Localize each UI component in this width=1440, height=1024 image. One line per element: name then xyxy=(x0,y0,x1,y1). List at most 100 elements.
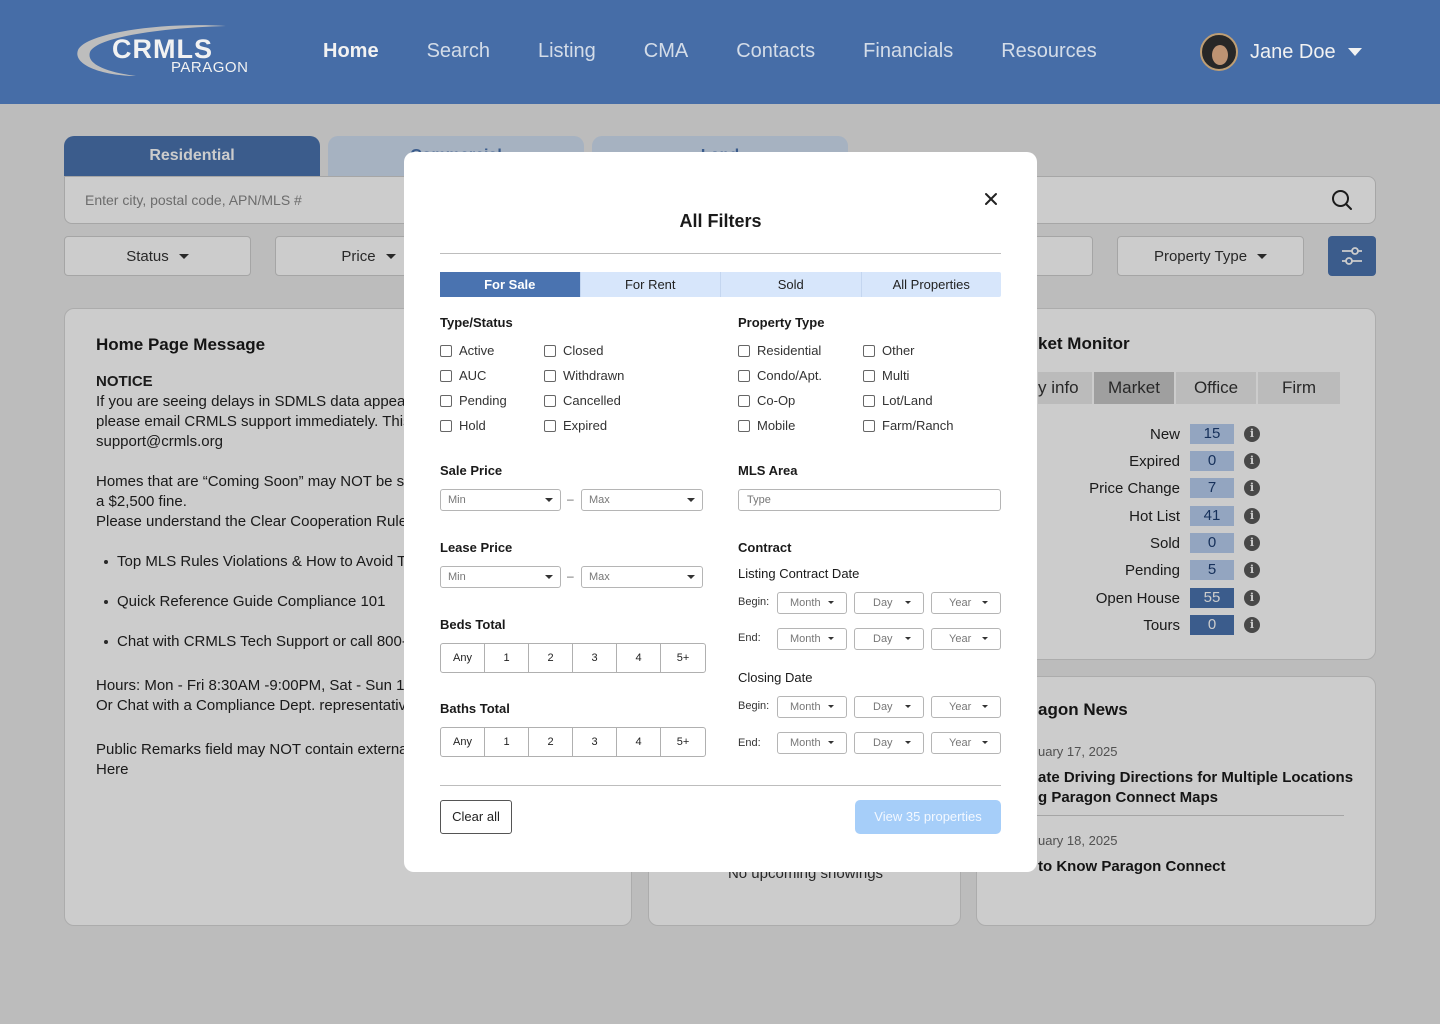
tab-sold[interactable]: Sold xyxy=(721,272,862,297)
listing-end-month-select[interactable]: Month xyxy=(777,628,847,650)
caret-down-icon xyxy=(828,637,834,640)
listing-contract-date-label: Listing Contract Date xyxy=(738,566,860,581)
checkbox-label: Residential xyxy=(757,343,822,358)
checkbox-hold[interactable]: Hold xyxy=(440,418,486,433)
checkbox-residential[interactable]: Residential xyxy=(738,343,821,358)
checkbox-condo[interactable]: Condo/Apt. xyxy=(738,368,822,383)
closing-begin-month-select[interactable]: Month xyxy=(777,696,847,718)
checkbox-icon[interactable] xyxy=(544,369,556,382)
sale-price-min-select[interactable]: Min xyxy=(440,489,561,511)
nav-resources[interactable]: Resources xyxy=(1001,40,1097,63)
nav-financials[interactable]: Financials xyxy=(863,40,953,63)
select-value: Min xyxy=(448,494,466,506)
lease-price-min-select[interactable]: Min xyxy=(440,566,561,588)
divider xyxy=(440,785,1001,786)
beds-option-2[interactable]: 2 xyxy=(529,644,573,672)
baths-option-any[interactable]: Any xyxy=(441,728,485,756)
baths-option-3[interactable]: 3 xyxy=(573,728,617,756)
select-value: Min xyxy=(448,571,466,583)
checkbox-icon[interactable] xyxy=(863,369,875,382)
close-icon[interactable] xyxy=(980,188,1002,210)
select-value: Month xyxy=(790,737,821,749)
baths-option-1[interactable]: 1 xyxy=(485,728,529,756)
nav-cma[interactable]: CMA xyxy=(644,40,688,63)
checkbox-icon[interactable] xyxy=(863,394,875,407)
nav-search[interactable]: Search xyxy=(427,40,490,63)
checkbox-cancelled[interactable]: Cancelled xyxy=(544,393,621,408)
beds-option-3[interactable]: 3 xyxy=(573,644,617,672)
checkbox-co-op[interactable]: Co-Op xyxy=(738,393,795,408)
checkbox-expired[interactable]: Expired xyxy=(544,418,607,433)
checkbox-icon[interactable] xyxy=(544,394,556,407)
tab-for-sale[interactable]: For Sale xyxy=(440,272,581,297)
closing-date-label: Closing Date xyxy=(738,670,813,685)
closing-begin-year-select[interactable]: Year xyxy=(931,696,1001,718)
listing-end-day-select[interactable]: Day xyxy=(854,628,924,650)
closing-begin-day-select[interactable]: Day xyxy=(854,696,924,718)
checkbox-active[interactable]: Active xyxy=(440,343,494,358)
contract-heading: Contract xyxy=(738,540,792,555)
tab-for-rent[interactable]: For Rent xyxy=(581,272,721,297)
checkbox-pending[interactable]: Pending xyxy=(440,393,507,408)
beds-option-1[interactable]: 1 xyxy=(485,644,529,672)
checkbox-icon[interactable] xyxy=(738,419,750,432)
checkbox-multi[interactable]: Multi xyxy=(863,368,909,383)
checkbox-icon[interactable] xyxy=(738,369,750,382)
caret-down-icon xyxy=(545,575,553,579)
caret-down-icon xyxy=(828,741,834,744)
checkbox-label: Active xyxy=(459,343,495,358)
checkbox-withdrawn[interactable]: Withdrawn xyxy=(544,368,624,383)
checkbox-farm-ranch[interactable]: Farm/Ranch xyxy=(863,418,954,433)
checkbox-icon[interactable] xyxy=(544,344,556,357)
beds-option-any[interactable]: Any xyxy=(441,644,485,672)
nav-contacts[interactable]: Contacts xyxy=(736,40,815,63)
checkbox-icon[interactable] xyxy=(738,394,750,407)
select-value: Year xyxy=(949,633,972,645)
checkbox-icon[interactable] xyxy=(440,369,452,382)
chevron-down-icon[interactable] xyxy=(1347,48,1362,56)
range-separator: – xyxy=(567,492,574,506)
tab-all-properties[interactable]: All Properties xyxy=(862,272,1002,297)
checkbox-closed[interactable]: Closed xyxy=(544,343,603,358)
checkbox-icon[interactable] xyxy=(544,419,556,432)
mls-area-input[interactable]: Type xyxy=(738,489,1001,511)
listing-begin-year-select[interactable]: Year xyxy=(931,592,1001,614)
avatar[interactable] xyxy=(1200,33,1238,71)
checkbox-icon[interactable] xyxy=(738,344,750,357)
beds-segmented-control: Any 1 2 3 4 5+ xyxy=(440,643,706,673)
caret-down-icon xyxy=(687,498,695,502)
caret-down-icon xyxy=(545,498,553,502)
listing-end-year-select[interactable]: Year xyxy=(931,628,1001,650)
checkbox-mobile[interactable]: Mobile xyxy=(738,418,795,433)
clear-all-button[interactable]: Clear all xyxy=(440,800,512,834)
listing-begin-month-select[interactable]: Month xyxy=(777,592,847,614)
listing-begin-day-select[interactable]: Day xyxy=(854,592,924,614)
checkbox-icon[interactable] xyxy=(863,419,875,432)
property-type-heading: Property Type xyxy=(738,315,825,330)
baths-option-2[interactable]: 2 xyxy=(529,728,573,756)
view-properties-button[interactable]: View 35 properties xyxy=(855,800,1001,834)
sale-price-max-select[interactable]: Max xyxy=(581,489,703,511)
select-value: Day xyxy=(873,701,893,713)
beds-option-5-plus[interactable]: 5+ xyxy=(661,644,705,672)
checkbox-icon[interactable] xyxy=(440,394,452,407)
checkbox-other[interactable]: Other xyxy=(863,343,915,358)
nav-listing[interactable]: Listing xyxy=(538,40,596,63)
baths-segmented-control: Any 1 2 3 4 5+ xyxy=(440,727,706,757)
closing-end-month-select[interactable]: Month xyxy=(777,732,847,754)
checkbox-icon[interactable] xyxy=(440,344,452,357)
closing-end-day-select[interactable]: Day xyxy=(854,732,924,754)
baths-option-4[interactable]: 4 xyxy=(617,728,661,756)
checkbox-auc[interactable]: AUC xyxy=(440,368,486,383)
caret-down-icon xyxy=(687,575,695,579)
crmls-paragon-logo[interactable]: CRMLS PARAGON xyxy=(76,24,248,80)
closing-end-year-select[interactable]: Year xyxy=(931,732,1001,754)
user-menu[interactable]: Jane Doe xyxy=(1200,33,1362,71)
checkbox-icon[interactable] xyxy=(863,344,875,357)
beds-option-4[interactable]: 4 xyxy=(617,644,661,672)
lease-price-max-select[interactable]: Max xyxy=(581,566,703,588)
checkbox-lot-land[interactable]: Lot/Land xyxy=(863,393,933,408)
baths-option-5-plus[interactable]: 5+ xyxy=(661,728,705,756)
checkbox-icon[interactable] xyxy=(440,419,452,432)
nav-home[interactable]: Home xyxy=(323,40,379,63)
